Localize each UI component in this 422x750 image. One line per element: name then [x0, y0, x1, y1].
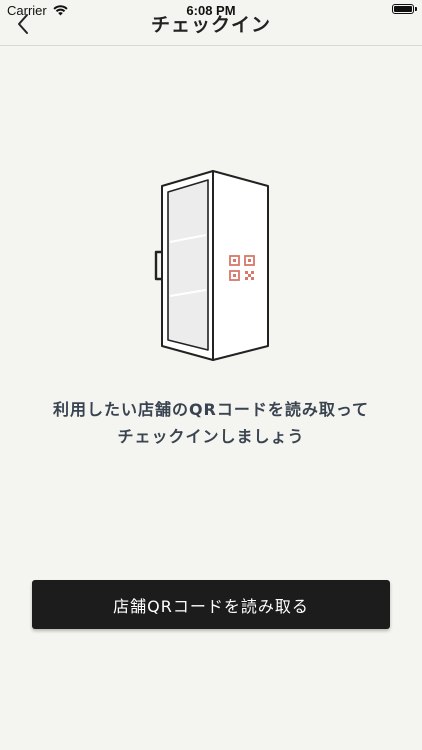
- fridge-with-qr-icon: [148, 166, 274, 362]
- instruction-line-1: 利用したい店舗のQRコードを読み取って: [52, 400, 370, 419]
- instruction-line-2: チェックインしましょう: [117, 427, 305, 446]
- instruction-text: 利用したい店舗のQRコードを読み取って チェックインしましょう: [20, 396, 402, 450]
- page-title: チェックイン: [150, 14, 271, 36]
- navigation-bar: チェックイン: [0, 0, 422, 46]
- scan-qr-button[interactable]: 店舗QRコードを読み取る: [32, 580, 390, 629]
